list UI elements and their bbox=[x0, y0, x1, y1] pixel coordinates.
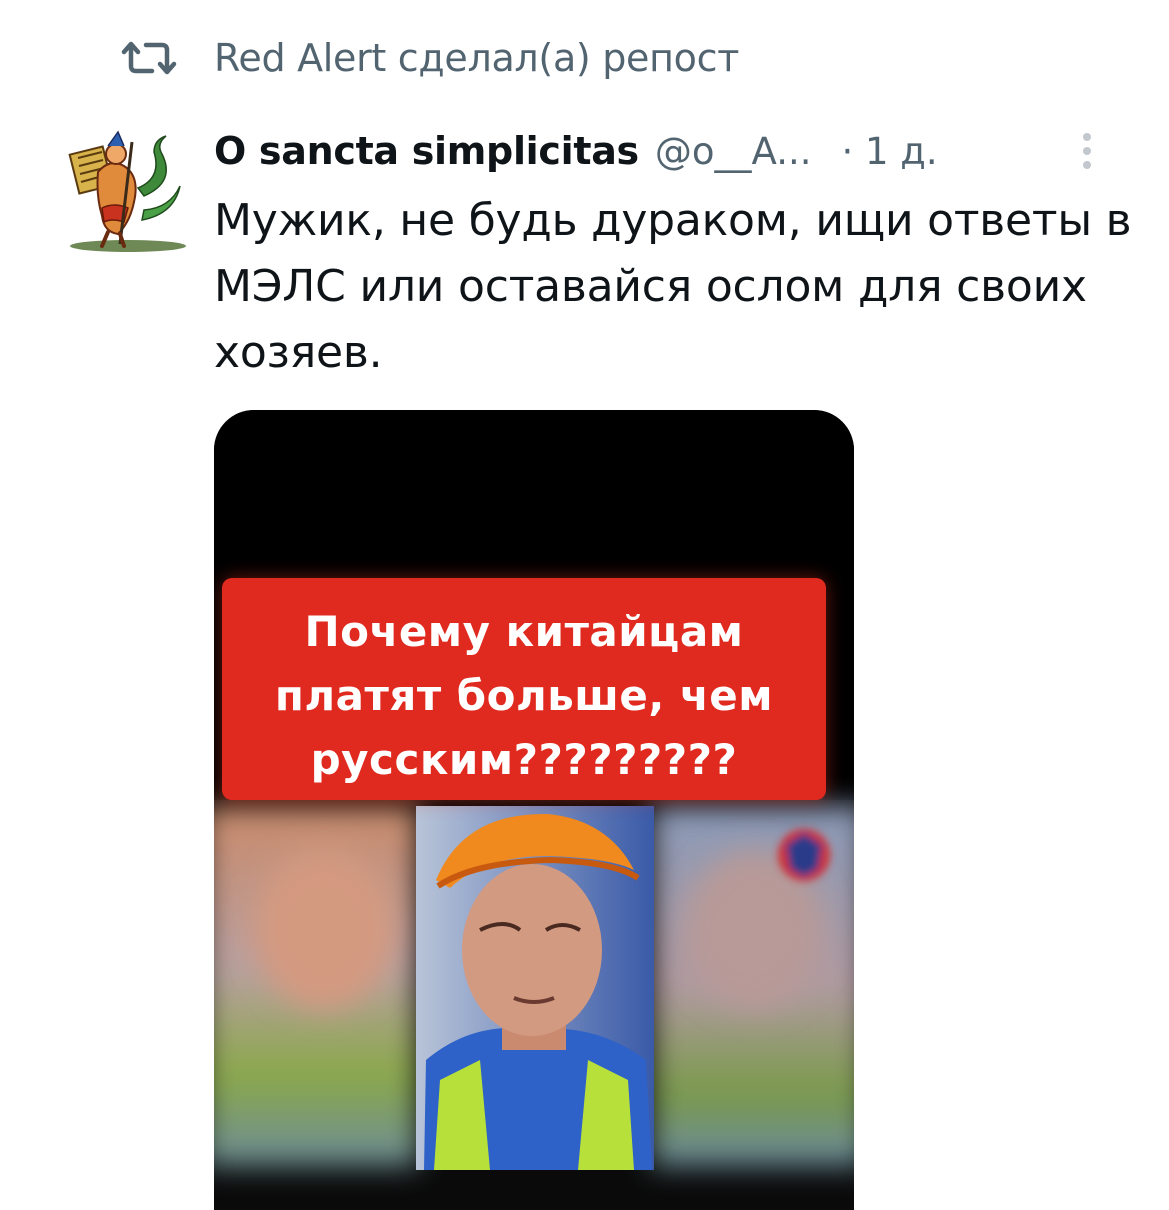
tweet-header: O sancta simplicitas @o__A... · 1 д. bbox=[214, 120, 1109, 182]
avatar-illustration bbox=[68, 130, 186, 252]
tweet-time[interactable]: · 1 д. bbox=[841, 130, 937, 173]
repost-label: Red Alert сделал(а) репост bbox=[214, 36, 740, 80]
user-avatar[interactable] bbox=[58, 122, 190, 254]
video-caption: Почему китайцам платят больше, чем русск… bbox=[274, 607, 774, 784]
tweet-media[interactable]: Почему китайцам платят больше, чем русск… bbox=[214, 410, 854, 1210]
video-frame-image bbox=[214, 410, 854, 1210]
user-handle[interactable]: @o__A... bbox=[655, 130, 812, 173]
more-options-button[interactable] bbox=[1065, 126, 1109, 176]
display-name[interactable]: O sancta simplicitas bbox=[214, 129, 639, 173]
more-vertical-icon bbox=[1083, 133, 1091, 169]
tweet-text: Мужик, не будь дураком, ищи ответы в МЭЛ… bbox=[214, 195, 1132, 378]
repost-row[interactable]: Red Alert сделал(а) репост bbox=[118, 30, 739, 86]
repost-icon bbox=[118, 35, 180, 81]
